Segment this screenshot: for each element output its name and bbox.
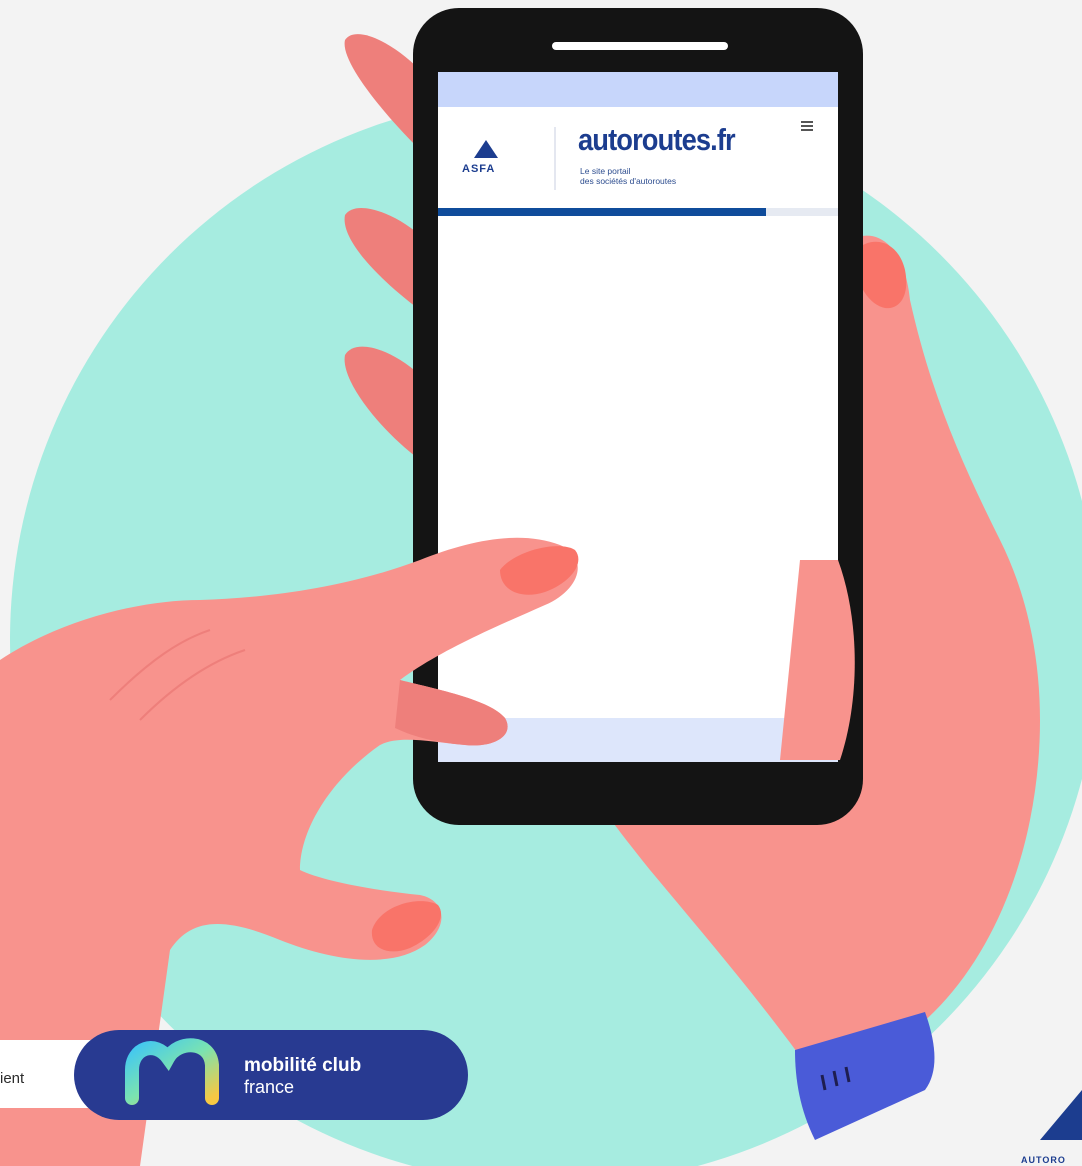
autoroutes-corner-logo-icon xyxy=(1040,1090,1082,1140)
screen-top-band xyxy=(438,72,838,107)
brand-title[interactable]: autoroutes.fr xyxy=(578,124,736,155)
club-name-line2: france xyxy=(244,1077,295,1097)
phone-speaker xyxy=(552,42,728,50)
brand-subtitle: Le site portail des sociétés d'autoroute… xyxy=(580,166,780,186)
banner-partial-text: ient xyxy=(0,1070,25,1087)
asfa-label: ASFA xyxy=(462,163,496,175)
illustration xyxy=(0,8,1082,1166)
corner-partial-text: AUTORO xyxy=(1021,1155,1066,1165)
club-name-line1: mobilité club xyxy=(244,1055,362,1076)
progress-bar-fill xyxy=(438,208,766,216)
brand-subtitle-line2: des sociétés d'autoroutes xyxy=(580,176,677,186)
brand-subtitle-line1: Le site portail xyxy=(580,166,631,176)
hamburger-menu-icon[interactable] xyxy=(801,121,813,133)
